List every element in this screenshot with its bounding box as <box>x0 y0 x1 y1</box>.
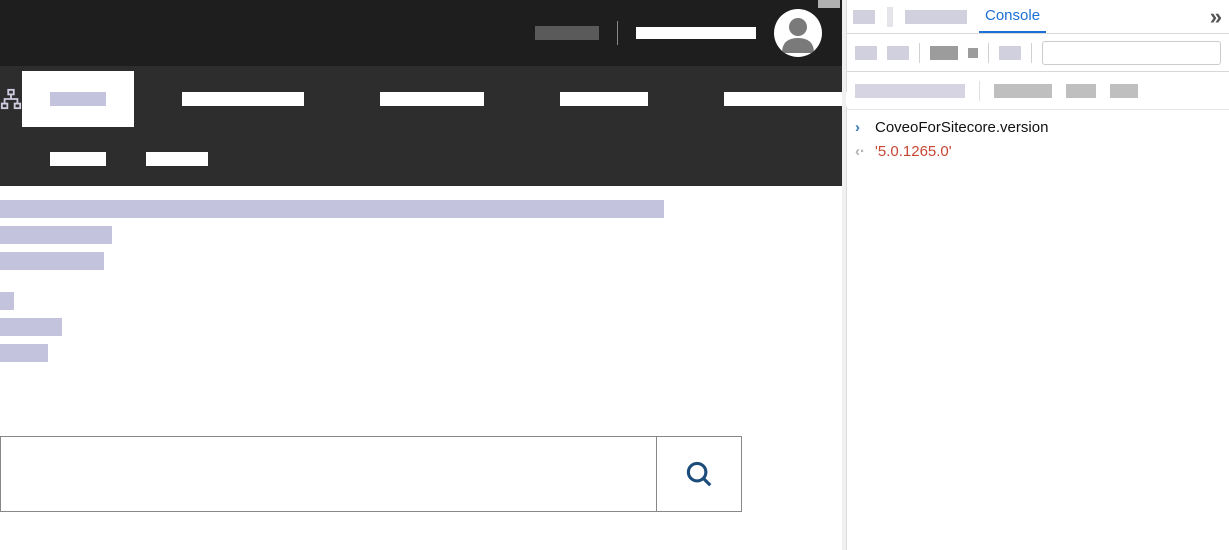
more-tabs-icon[interactable]: » <box>1210 4 1223 30</box>
console-input-line: › CoveoForSitecore.version <box>855 116 1221 140</box>
subnav-item[interactable] <box>146 152 208 166</box>
separator <box>887 7 893 27</box>
console-command: CoveoForSitecore.version <box>875 116 1048 140</box>
separator <box>988 43 989 63</box>
separator <box>1031 43 1032 63</box>
console-output-line: ‹· '5.0.1265.0' <box>855 140 1221 164</box>
topbar-label <box>636 27 756 39</box>
pane-splitter[interactable] <box>842 0 846 550</box>
return-icon: ‹· <box>855 140 867 164</box>
console-result: '5.0.1265.0' <box>875 140 952 164</box>
nav-primary <box>0 66 842 132</box>
search-button[interactable] <box>656 436 742 512</box>
content-text <box>0 292 14 310</box>
toolbar-button[interactable] <box>855 46 877 60</box>
content-text <box>0 318 62 336</box>
context-item[interactable] <box>1110 84 1138 98</box>
nav-secondary <box>0 132 842 186</box>
search-icon <box>684 459 714 489</box>
chevron-down-icon <box>968 48 978 58</box>
search-input[interactable] <box>0 436 656 512</box>
application-pane <box>0 0 842 550</box>
toolbar-button[interactable] <box>999 46 1021 60</box>
console-output[interactable]: › CoveoForSitecore.version ‹· '5.0.1265.… <box>847 110 1229 550</box>
subnav-item[interactable] <box>50 152 106 166</box>
toolbar-button[interactable] <box>887 46 909 60</box>
nav-tab[interactable] <box>154 71 332 127</box>
user-avatar[interactable] <box>774 9 822 57</box>
devtools-tab[interactable] <box>905 10 967 24</box>
topbar-item[interactable] <box>535 26 599 40</box>
devtools-tab[interactable] <box>853 10 875 24</box>
console-filter-input[interactable] <box>1042 41 1221 65</box>
sitemap-icon[interactable] <box>0 71 22 127</box>
content-text <box>0 344 48 362</box>
separator <box>979 81 980 101</box>
content-heading <box>0 200 664 218</box>
nav-tab-active[interactable] <box>22 71 134 127</box>
devtools-tabs: Console » <box>847 0 1229 34</box>
nav-tab[interactable] <box>352 71 512 127</box>
separator <box>919 43 920 63</box>
nav-bar <box>0 66 842 186</box>
separator <box>617 21 618 45</box>
console-context-bar <box>847 72 1229 110</box>
nav-tab[interactable] <box>696 71 882 127</box>
top-bar <box>0 0 842 66</box>
context-item[interactable] <box>1066 84 1096 98</box>
page-content <box>0 186 842 362</box>
content-text <box>0 226 112 244</box>
content-text <box>0 252 104 270</box>
console-toolbar <box>847 34 1229 72</box>
devtools-pane: Console » › CoveoForSitecore.version ‹· … <box>846 0 1229 550</box>
devtools-tab-console[interactable]: Console <box>979 0 1046 33</box>
nav-tab[interactable] <box>532 71 676 127</box>
toolbar-dropdown[interactable] <box>930 46 958 60</box>
search-row <box>0 436 742 512</box>
context-item[interactable] <box>994 84 1052 98</box>
drag-handle-icon <box>818 0 840 8</box>
